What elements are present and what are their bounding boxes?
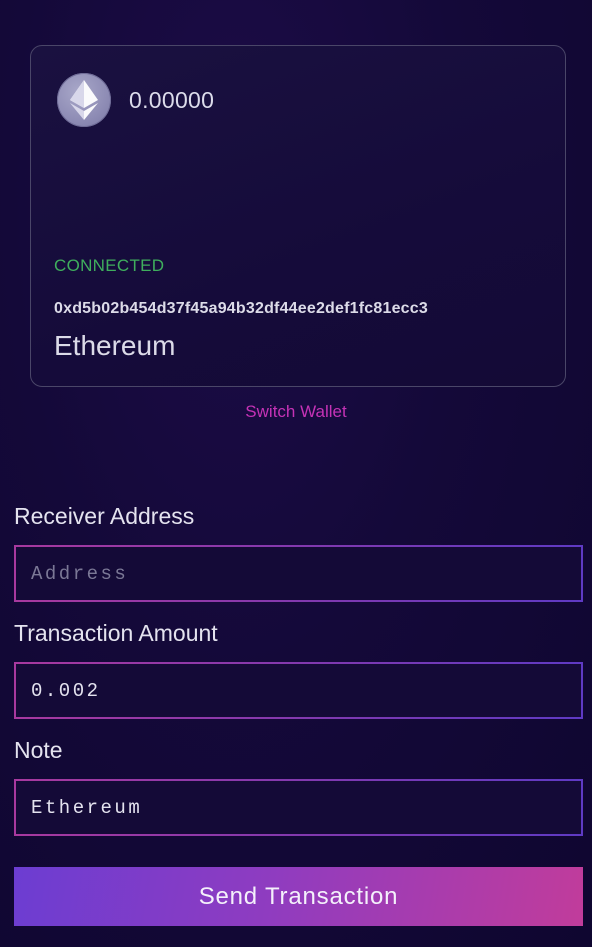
note-input[interactable] [16, 781, 581, 834]
connection-status: CONNECTED [54, 256, 165, 275]
wallet-card: 0.00000 CONNECTED 0xd5b02b454d37f45a94b3… [30, 45, 566, 387]
receiver-address-input[interactable] [16, 547, 581, 600]
receiver-address-field-frame [14, 545, 583, 602]
switch-wallet-link[interactable]: Switch Wallet [0, 402, 592, 422]
transaction-amount-input[interactable] [16, 664, 581, 717]
ethereum-logo-icon [57, 73, 111, 127]
network-name: Ethereum [54, 330, 176, 361]
transaction-amount-field-frame [14, 662, 583, 719]
send-transaction-button[interactable]: Send Transaction [14, 867, 583, 926]
note-label: Note [14, 737, 63, 763]
wallet-balance: 0.00000 [129, 87, 215, 113]
note-field-frame [14, 779, 583, 836]
wallet-address: 0xd5b02b454d37f45a94b32df44ee2def1fc81ec… [54, 300, 428, 317]
transaction-amount-label: Transaction Amount [14, 620, 218, 646]
receiver-address-label: Receiver Address [14, 503, 195, 529]
